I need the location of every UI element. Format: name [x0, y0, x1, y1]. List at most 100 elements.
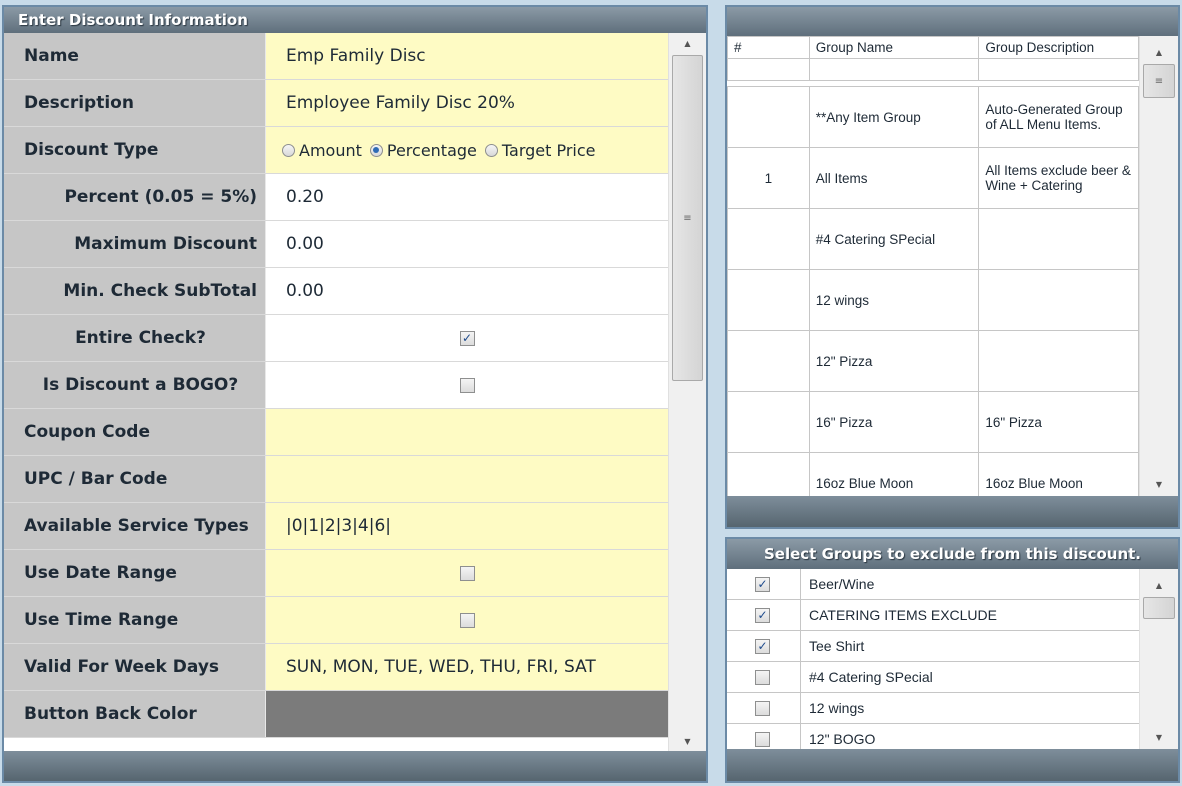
exclude-checkbox[interactable]	[755, 669, 770, 685]
valid-week-days-field[interactable]: SUN, MON, TUE, WED, THU, FRI, SAT	[266, 644, 668, 690]
use-time-range-checkbox[interactable]	[459, 612, 475, 628]
cell-group-description	[978, 269, 1139, 331]
exclude-item-label: #4 Catering SPecial	[809, 669, 933, 685]
name-field[interactable]: Emp Family Disc	[266, 33, 668, 79]
discount-type-row: Discount Type Amount Percentage Target P…	[4, 127, 668, 174]
exclude-item-label: Tee Shirt	[809, 638, 865, 654]
radio-amount[interactable]: Amount	[282, 141, 362, 160]
grid-filter-row	[727, 58, 1139, 81]
cell-group-name: All Items	[808, 147, 980, 209]
list-item[interactable]: ✓ Tee Shirt	[727, 631, 1139, 662]
groups-grid-footer	[727, 496, 1178, 527]
col-header-num[interactable]: #	[727, 36, 810, 59]
percent-row: Percent (0.05 = 5%) 0.20	[4, 174, 668, 221]
exclude-checkbox[interactable]: ✓	[755, 576, 770, 592]
exclude-groups-list: ✓ Beer/Wine ✓ CATERING ITEMS EXCLUDE ✓ T…	[727, 569, 1139, 749]
use-date-range-label: Use Date Range	[4, 550, 266, 596]
cell-group-description	[978, 208, 1139, 270]
form-scrollbar[interactable]: ▲ ≡ ▼	[668, 33, 706, 751]
maximum-discount-label: Maximum Discount	[4, 221, 266, 267]
list-item[interactable]: #4 Catering SPecial	[727, 662, 1139, 693]
table-row[interactable]: #4 Catering SPecial	[727, 208, 1139, 270]
radio-target-price-label: Target Price	[501, 140, 596, 160]
cell-num	[727, 86, 810, 148]
use-date-range-cell	[266, 550, 668, 596]
radio-percentage[interactable]: Percentage	[369, 140, 477, 160]
col-header-group-description[interactable]: Group Description	[978, 36, 1139, 59]
button-back-color-swatch[interactable]	[266, 691, 668, 737]
exclude-item-label: Beer/Wine	[809, 576, 875, 592]
list-item[interactable]: 12 wings	[727, 693, 1139, 724]
maximum-discount-field[interactable]: 0.00	[266, 221, 668, 267]
table-row[interactable]: 16" Pizza 16" Pizza	[727, 391, 1139, 453]
table-row[interactable]: 1 All Items All Items exclude beer & Win…	[727, 147, 1139, 209]
cell-num	[727, 391, 810, 453]
entire-check-cell: ✓	[266, 315, 668, 361]
discount-panel-title: Enter Discount Information	[4, 7, 706, 33]
col-header-group-name[interactable]: Group Name	[808, 36, 980, 59]
name-row: Name Emp Family Disc	[4, 33, 668, 80]
service-types-field[interactable]: |0|1|2|3|4|6|	[266, 503, 668, 549]
use-time-range-row: Use Time Range	[4, 597, 668, 644]
exclude-checkbox[interactable]	[755, 731, 770, 747]
scroll-up-icon[interactable]: ▲	[1140, 44, 1178, 60]
discount-info-panel: Enter Discount Information Name Emp Fami…	[2, 5, 708, 783]
filter-group-description[interactable]	[978, 58, 1139, 81]
cell-group-name: 16" Pizza	[808, 391, 980, 453]
list-item[interactable]: ✓ Beer/Wine	[727, 569, 1139, 600]
cell-num	[727, 452, 810, 496]
valid-week-days-label: Valid For Week Days	[4, 644, 266, 690]
scroll-thumb[interactable]	[1143, 597, 1175, 619]
cell-group-name: **Any Item Group	[808, 86, 980, 148]
filter-group-name[interactable]	[808, 58, 980, 81]
groups-grid-titlebar	[727, 7, 1178, 36]
radio-icon	[282, 143, 295, 157]
grip-icon: ≡	[1154, 75, 1164, 87]
coupon-code-field[interactable]	[266, 409, 668, 455]
filter-num[interactable]	[727, 58, 810, 81]
exclude-list-scrollbar[interactable]: ▲ ▼	[1139, 569, 1178, 749]
groups-grid-panel: # Group Name Group Description **Any Ite…	[725, 5, 1180, 529]
grid-scrollbar[interactable]: ▲ ≡ ▼	[1139, 36, 1178, 496]
description-row: Description Employee Family Disc 20%	[4, 80, 668, 127]
scroll-down-icon[interactable]: ▼	[1140, 729, 1178, 745]
exclude-checkbox[interactable]: ✓	[755, 607, 770, 623]
percent-field[interactable]: 0.20	[266, 174, 668, 220]
use-date-range-checkbox[interactable]	[459, 565, 475, 581]
list-item[interactable]: 12" BOGO	[727, 724, 1139, 749]
upc-bar-code-field[interactable]	[266, 456, 668, 502]
radio-percentage-label: Percentage	[386, 140, 477, 160]
entire-check-checkbox[interactable]: ✓	[459, 330, 475, 346]
exclude-groups-panel: Select Groups to exclude from this disco…	[725, 537, 1180, 783]
cell-num	[727, 208, 810, 270]
cell-num: 1	[727, 147, 810, 209]
table-row[interactable]: 16oz Blue Moon 16oz Blue Moon	[727, 452, 1139, 496]
discount-type-radio-group: Amount Percentage Target Price	[266, 127, 668, 173]
table-row[interactable]: 12 wings	[727, 269, 1139, 331]
list-item[interactable]: ✓ CATERING ITEMS EXCLUDE	[727, 600, 1139, 631]
scroll-up-icon[interactable]: ▲	[1140, 577, 1178, 593]
radio-target-price[interactable]: Target Price	[484, 140, 596, 160]
service-types-row: Available Service Types |0|1|2|3|4|6|	[4, 503, 668, 550]
upc-bar-code-label: UPC / Bar Code	[4, 456, 266, 502]
table-row[interactable]: 12" Pizza	[727, 330, 1139, 392]
radio-icon	[484, 143, 498, 157]
scroll-thumb[interactable]: ≡	[672, 55, 703, 381]
scroll-down-icon[interactable]: ▼	[1140, 476, 1178, 492]
min-check-subtotal-field[interactable]: 0.00	[266, 268, 668, 314]
exclude-item-label: 12" BOGO	[809, 731, 876, 747]
percent-label: Percent (0.05 = 5%)	[4, 174, 266, 220]
entire-check-row: Entire Check? ✓	[4, 315, 668, 362]
discount-form: Name Emp Family Disc Description Employe…	[4, 33, 668, 751]
table-row[interactable]: **Any Item Group Auto-Generated Group of…	[727, 86, 1139, 148]
button-back-color-row: Button Back Color	[4, 691, 668, 738]
description-field[interactable]: Employee Family Disc 20%	[266, 80, 668, 126]
cell-group-description: 16" Pizza	[978, 391, 1139, 453]
exclude-checkbox[interactable]	[755, 700, 770, 716]
groups-grid: # Group Name Group Description **Any Ite…	[727, 36, 1139, 496]
exclude-checkbox[interactable]: ✓	[755, 638, 770, 654]
scroll-down-icon[interactable]: ▼	[669, 733, 706, 749]
is-bogo-checkbox[interactable]	[459, 377, 475, 393]
scroll-up-icon[interactable]: ▲	[669, 35, 706, 51]
scroll-thumb[interactable]: ≡	[1143, 64, 1175, 98]
